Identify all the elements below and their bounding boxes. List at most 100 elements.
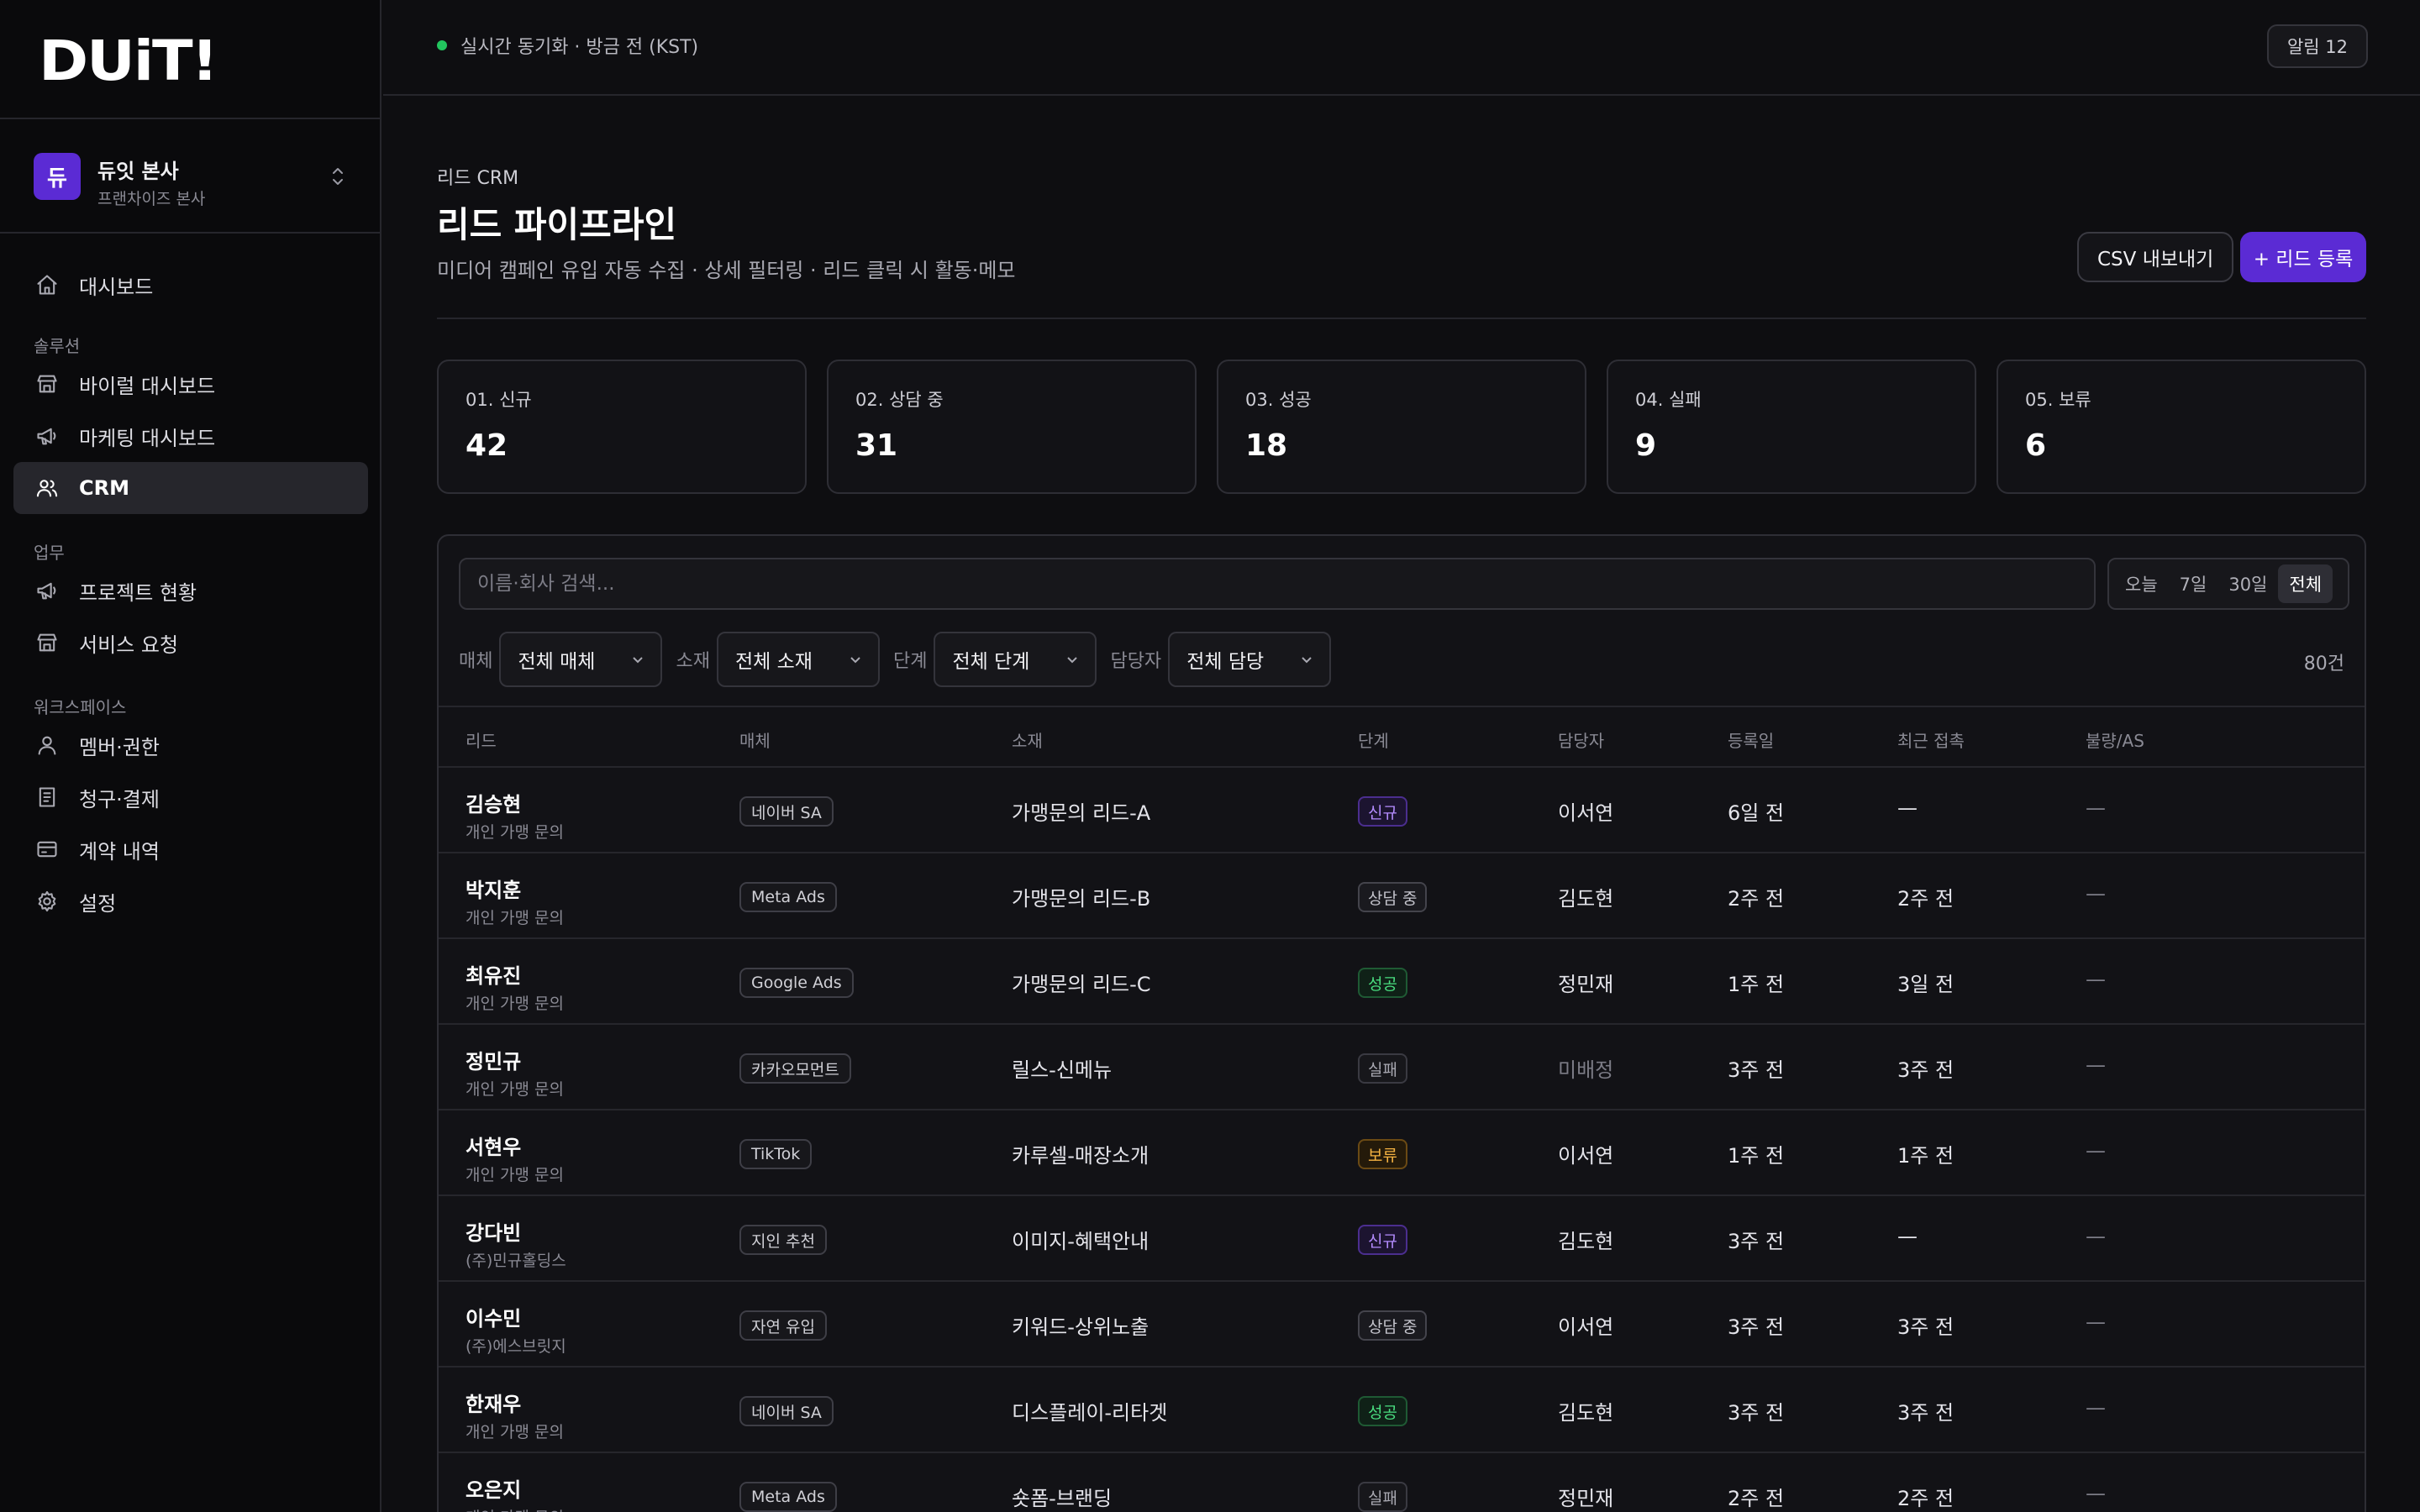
sidebar-item-projects[interactable]: 프로젝트 현황 [13,564,368,617]
stat-card-hold[interactable]: 05. 보류 6 [1996,360,2366,494]
lead-company: 개인 가맹 문의 [466,1080,564,1099]
users-icon [36,480,58,497]
creative-cell: 키워드-상위노출 [1012,1315,1150,1339]
stage-select[interactable]: 전체 단계 [934,632,1097,687]
lead-name: 강다빈 [466,1221,522,1245]
column-header[interactable]: 등록일 [1728,727,1774,752]
csv-export-button[interactable]: CSV 내보내기 [2077,232,2234,282]
sync-status-text: 실시간 동기화 · 방금 전 (KST) [460,37,699,58]
table-row[interactable]: 한재우 개인 가맹 문의 네이버 SA 디스플레이-리타겟 성공 김도현 3주 … [439,1368,2365,1453]
stat-card-in-consult[interactable]: 02. 상담 중 31 [827,360,1197,494]
stage-badge: 상담 중 [1358,882,1428,912]
stat-card-won[interactable]: 03. 성공 18 [1217,360,1586,494]
registered-cell: 1주 전 [1728,1144,1785,1168]
stat-value: 42 [466,428,508,463]
filter-label-media: 매체 [459,651,493,672]
sidebar-item-label: CRM [79,476,129,500]
media-chip: 자연 유입 [739,1310,827,1341]
org-switcher[interactable]: 듀 듀잇 본사 프랜차이즈 본사 [0,119,380,234]
lead-company: 개인 가맹 문의 [466,1166,564,1184]
table-row[interactable]: 서현우 개인 가맹 문의 TikTok 카루셀-매장소개 보류 이서연 1주 전… [439,1110,2365,1196]
search-input[interactable] [459,558,2096,610]
media-chip: 카카오모먼트 [739,1053,851,1084]
table-row[interactable]: 김승현 개인 가맹 문의 네이버 SA 가맹문의 리드-A 신규 이서연 6일 … [439,768,2365,853]
sidebar-nav: 대시보드 솔루션 바이럴 대시보드 마케팅 대시보드 CRM 업무 프로젝트 현… [13,259,368,927]
sidebar-item-label: 프로젝트 현황 [79,580,197,605]
range-7d[interactable]: 7일 [2169,564,2218,603]
column-header[interactable]: 리드 [466,727,497,752]
store-icon [37,633,57,652]
stat-value: 18 [1245,428,1288,463]
select-value: 전체 담당 [1186,651,1265,673]
range-30d[interactable]: 30일 [2217,564,2278,603]
sidebar-item-requests[interactable]: 서비스 요청 [13,617,368,669]
range-all[interactable]: 전체 [2278,564,2333,603]
notifications-button[interactable]: 알림 12 [2266,24,2368,68]
sidebar-item-marketing[interactable]: 마케팅 대시보드 [13,410,368,462]
defect-as-cell: — [2086,796,2106,820]
select-value: 전체 단계 [952,651,1030,673]
media-chip: 네이버 SA [739,1396,834,1426]
stage-badge: 실패 [1358,1482,1407,1512]
creative-cell: 숏폼-브랜딩 [1012,1487,1113,1510]
megaphone-icon [37,428,56,445]
sidebar-item-members[interactable]: 멤버·권한 [13,719,368,771]
column-header[interactable]: 담당자 [1558,727,1604,752]
table-row[interactable]: 강다빈 (주)민규홀딩스 지인 추천 이미지-혜택안내 신규 김도현 3주 전 … [439,1196,2365,1282]
creative-select[interactable]: 전체 소재 [716,632,880,687]
creative-cell: 카루셀-매장소개 [1012,1144,1150,1168]
lead-company: 개인 가맹 문의 [466,1505,564,1512]
column-header[interactable]: 최근 접촉 [1897,727,1965,752]
owner-cell: 이서연 [1558,1144,1614,1168]
sidebar-item-billing[interactable]: 청구·결제 [13,771,368,823]
table-row[interactable]: 박지훈 개인 가맹 문의 Meta Ads 가맹문의 리드-B 상담 중 김도현… [439,853,2365,939]
owner-cell: 미배정 [1558,1058,1614,1082]
media-select[interactable]: 전체 매체 [499,632,663,687]
table-row[interactable]: 최유진 개인 가맹 문의 Google Ads 가맹문의 리드-C 성공 정민재… [439,939,2365,1025]
filter-label-creative: 소재 [676,651,710,672]
sidebar-item-contracts[interactable]: 계약 내역 [13,823,368,875]
column-header[interactable]: 매체 [739,727,771,752]
megaphone-icon [37,582,56,600]
column-header[interactable]: 불량/AS [2086,727,2144,752]
lead-name: 정민규 [466,1050,522,1074]
table-header: 리드 매체 소재 단계 담당자 등록일 최근 접촉 불량/AS [439,706,2365,768]
sync-status: 실시간 동기화 · 방금 전 (KST) [437,32,698,59]
table-row[interactable]: 오은지 개인 가맹 문의 Meta Ads 숏폼-브랜딩 실패 정민재 2주 전… [439,1453,2365,1512]
creative-cell: 가맹문의 리드-B [1012,887,1151,911]
sidebar-item-crm[interactable]: CRM [13,462,368,514]
range-today[interactable]: 오늘 [2114,564,2169,603]
add-lead-button[interactable]: + 리드 등록 [2240,232,2366,282]
org-name: 듀잇 본사 [97,160,179,183]
gear-icon [38,890,56,912]
sidebar-item-viral[interactable]: 바이럴 대시보드 [13,358,368,410]
media-chip: 지인 추천 [739,1225,827,1255]
sidebar: DUiT! 듀 듀잇 본사 프랜차이즈 본사 대시보드 솔루션 바이럴 대시보드… [0,0,381,1512]
brand-logo[interactable]: DUiT! [39,32,218,91]
stat-value: 6 [2025,428,2047,463]
owner-select[interactable]: 전체 담당 [1168,632,1332,687]
sidebar-item-settings[interactable]: 설정 [13,875,368,927]
table-row[interactable]: 정민규 개인 가맹 문의 카카오모먼트 릴스-신메뉴 실패 미배정 3주 전 3… [439,1025,2365,1110]
column-header[interactable]: 소재 [1012,727,1043,752]
last-contact-cell: 3주 전 [1897,1315,1954,1339]
creative-cell: 가맹문의 리드-A [1012,801,1151,825]
chevron-down-icon [850,657,860,664]
select-value: 전체 소재 [734,651,813,673]
stat-label: 03. 성공 [1245,390,1312,410]
page-description: 미디어 캠페인 유입 자동 수집 · 상세 필터링 · 리드 클릭 시 활동·메… [437,259,1016,282]
card-icon [37,841,57,858]
user-icon [38,736,56,755]
owner-cell: 김도현 [1558,1230,1614,1253]
column-header[interactable]: 단계 [1358,727,1389,752]
stat-card-new[interactable]: 01. 신규 42 [437,360,807,494]
lead-company: (주)민규홀딩스 [466,1252,566,1270]
owner-cell: 김도현 [1558,1401,1614,1425]
table-row[interactable]: 이수민 (주)에스브릿지 자연 유입 키워드-상위노출 상담 중 이서연 3주 … [439,1282,2365,1368]
lead-name: 김승현 [466,793,522,816]
registered-cell: 1주 전 [1728,973,1785,996]
result-count: 80건 [2303,654,2344,675]
stat-card-lost[interactable]: 04. 실패 9 [1607,360,1976,494]
page-eyebrow: 리드 CRM [437,168,519,189]
sidebar-item-dashboard[interactable]: 대시보드 [13,259,368,311]
